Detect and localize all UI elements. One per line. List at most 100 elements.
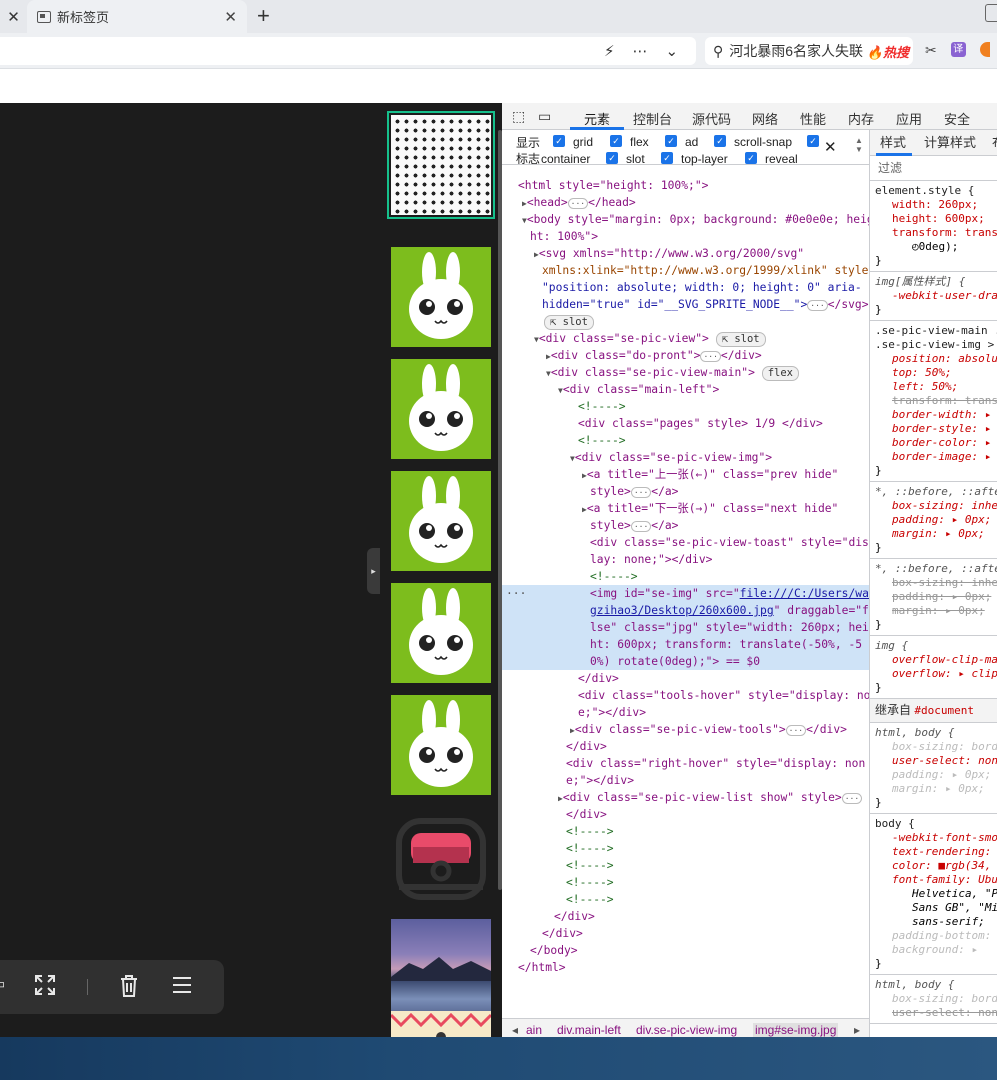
menu-icon[interactable] [171,975,193,1001]
window-control-icon[interactable] [985,4,997,22]
url-field[interactable] [0,37,696,65]
dom-line[interactable]: <!----> [578,432,869,449]
close-tab-icon[interactable]: ✕ [0,0,27,33]
rule-img-attr[interactable]: img[属性样式] { -webkit-user-drag } [870,272,997,321]
tab-network[interactable]: 网络 [752,109,778,128]
dom-line[interactable]: ▼<body style="margin: 0px; background: #… [522,211,869,228]
new-tab-button[interactable]: + [257,4,270,28]
dom-line[interactable]: </body> [530,942,869,959]
dom-line[interactable]: ▶<a title="下一张(→)" class="next hide" [582,500,869,517]
checkbox-reveal[interactable]: ✓ [745,152,757,164]
thumbnail-party[interactable] [391,1011,491,1037]
rule-universal-overridden[interactable]: *, ::before, ::afte box-sizing: inhe pad… [870,559,997,636]
dom-line[interactable]: ▶<div class="se-pic-view-list show" styl… [558,789,869,806]
checkbox-top-layer[interactable]: ✓ [661,152,673,164]
checkbox-extra[interactable]: ✓ [807,135,819,147]
trash-icon[interactable] [118,974,140,1004]
tab-security[interactable]: 安全 [944,109,970,128]
device-toolbar-icon[interactable]: ▭ [538,108,551,125]
dom-line[interactable]: </div> [578,670,869,687]
tab-console[interactable]: 控制台 [633,109,672,128]
rule-element-style[interactable]: element.style { width: 260px; height: 60… [870,181,997,272]
rule-universal[interactable]: *, ::before, ::afte box-sizing: inhe pad… [870,482,997,559]
search-box[interactable]: ⚲ 河北暴雨6名家人失联 🔥热搜 [705,37,913,65]
dom-line[interactable]: <div class="tools-hover" style="display:… [578,687,869,704]
tab-layout[interactable]: 布 [992,136,997,150]
tab-sources[interactable]: 源代码 [692,109,731,128]
checkbox-grid[interactable]: ✓ [553,135,565,147]
thumbnail-bunny[interactable] [391,695,491,795]
rule-body[interactable]: body { -webkit-font-smo text-rendering: … [870,814,997,975]
scissors-icon[interactable]: ✂ [925,42,937,59]
dom-line[interactable]: <div class="se-pic-view-toast" style="di… [590,534,869,551]
chevron-down-icon[interactable]: ⌄ [666,42,679,60]
rule-img[interactable]: img { overflow-clip-ma overflow: ▸ clip … [870,636,997,699]
tab-application[interactable]: 应用 [896,109,922,128]
rotate-icon[interactable]: ▫ [0,974,5,997]
selected-img-node[interactable]: ··· <img id="se-img" src="file:///C:/Use… [502,585,869,670]
dom-line[interactable]: <div class="pages" style> 1/9 </div> [578,415,869,432]
dom-line[interactable]: </div> [566,806,869,823]
dom-line[interactable]: ▼<div class="se-pic-view-main"> flex [546,364,869,381]
tab-performance[interactable]: 性能 [800,109,826,128]
dom-line[interactable]: <!----> [566,823,869,840]
dom-line[interactable]: ▶<head> ··· </head> [522,194,869,211]
thumbnail-bunny[interactable] [391,247,491,347]
collapse-handle[interactable]: ▸ [367,548,380,594]
inspect-icon[interactable]: ⬚ [512,108,525,125]
tab-memory[interactable]: 内存 [848,109,874,128]
checkbox-scroll-snap[interactable]: ✓ [714,135,726,147]
breadcrumb-scroll-left-icon[interactable]: ◂ [512,1023,518,1037]
breadcrumb-item[interactable]: ain [526,1023,542,1037]
dom-line[interactable]: </div> [554,908,869,925]
img-src-link[interactable]: file:///C:/Users/wan [740,587,869,600]
lightning-icon[interactable]: ⚡ [604,42,615,60]
styles-filter-input[interactable]: 过滤 [870,156,997,181]
thumbnail-bunny[interactable] [391,583,491,683]
dom-line[interactable]: <!----> [578,398,869,415]
more-icon[interactable]: ⋯ [633,42,648,60]
dom-line[interactable]: <div class="right-hover" style="display:… [566,755,869,772]
dom-line[interactable]: ▼<div class="main-left"> [558,381,869,398]
dom-line[interactable]: ▶<a title="上一张(←)" class="prev hide" [582,466,869,483]
dom-line[interactable]: ▶<div class="do-pront"> ··· </div> [546,347,869,364]
rule-html-body-2[interactable]: html, body { box-sizing: bord user-selec… [870,975,997,1024]
fullscreen-icon[interactable] [34,974,56,1002]
browser-tab[interactable]: 新标签页 ✕ [27,0,247,33]
dom-line[interactable]: <!----> [566,857,869,874]
tab-styles[interactable]: 样式 [880,136,906,150]
dom-line[interactable]: ▼<div class="se-pic-view"> ⇱ slot [534,330,869,347]
breadcrumb-scroll-right-icon[interactable]: ▸ [854,1023,860,1037]
close-icon[interactable]: ✕ [224,8,237,26]
thumbnail-landscape[interactable] [391,919,491,1019]
close-icon[interactable]: ✕ [824,138,837,156]
rule-html-body[interactable]: html, body { box-sizing: bord user-selec… [870,723,997,814]
slot-badge[interactable]: ⇱ slot [544,313,869,330]
dom-line[interactable]: <!----> [566,840,869,857]
dom-line[interactable]: <!----> [590,568,869,585]
dom-line[interactable]: ▼<div class="se-pic-view-img"> [570,449,869,466]
dom-line[interactable]: </html> [518,959,869,976]
translate-icon[interactable]: 译 [950,42,966,57]
thumbnail-train[interactable] [391,807,491,907]
checkbox-slot[interactable]: ✓ [606,152,618,164]
thumbnail-bunny[interactable] [391,471,491,571]
breadcrumb-item[interactable]: div.se-pic-view-img [636,1023,737,1037]
checkbox-ad[interactable]: ✓ [665,135,677,147]
dom-line[interactable]: ▶<svg xmlns="http://www.w3.org/2000/svg" [534,245,869,262]
breadcrumb-item[interactable]: div.main-left [557,1023,621,1037]
dom-line[interactable]: </div> [566,738,869,755]
dom-line[interactable]: <!----> [566,874,869,891]
scroll-arrows-icon[interactable]: ▲ ▼ [855,136,863,154]
breadcrumb-item-active[interactable]: img#se-img.jpg [753,1023,839,1037]
tab-elements[interactable]: 元素 [584,109,610,128]
hot-search-label[interactable]: 🔥热搜 [867,42,913,61]
dom-line[interactable]: ▶<div class="se-pic-view-tools"> ··· </div… [570,721,869,738]
extension-icon[interactable] [979,42,990,57]
dom-line[interactable]: <html style="height: 100%;"> [518,177,869,194]
rule-se-pic-view[interactable]: .se-pic-view-main . .se-pic-view-img > p… [870,321,997,482]
thumbnail-sprite[interactable] [387,111,495,219]
tab-computed[interactable]: 计算样式 [924,136,976,150]
node-actions-icon[interactable]: ··· [506,585,526,602]
thumbnail-bunny[interactable] [391,359,491,459]
